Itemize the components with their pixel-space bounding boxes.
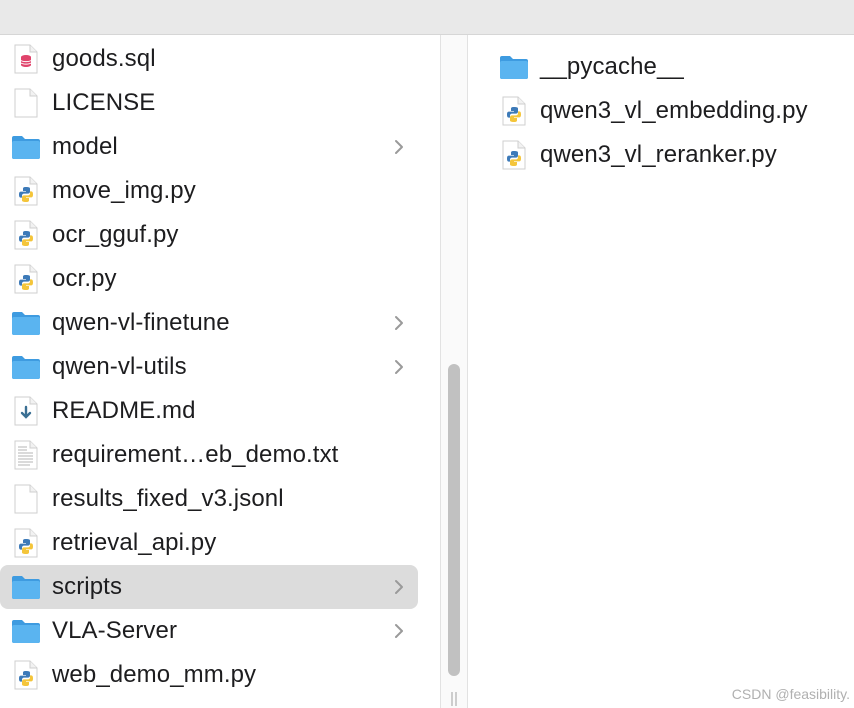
- file-column-parent: goods.sql LICENSE model move_img.py ocr_…: [0, 35, 441, 708]
- window-toolbar: [0, 0, 854, 35]
- folder-row-qwen-vl-utils[interactable]: qwen-vl-utils: [0, 345, 418, 389]
- file-name: retrieval_api.py: [52, 529, 217, 556]
- file-column-scripts: __pycache__ qwen3_vl_embedding.py qwen3_…: [468, 35, 854, 708]
- file-row-qwen3-vl-reranker-py[interactable]: qwen3_vl_reranker.py: [468, 133, 854, 177]
- folder-icon: [10, 131, 42, 163]
- file-name: goods.sql: [52, 45, 156, 72]
- folder-row-pycache[interactable]: __pycache__: [468, 45, 854, 89]
- file-name: ocr.py: [52, 265, 117, 292]
- folder-row-vla-server[interactable]: VLA-Server: [0, 609, 418, 653]
- folder-icon: [10, 351, 42, 383]
- markdown-file-icon: [10, 395, 42, 427]
- file-row-license[interactable]: LICENSE: [0, 81, 418, 125]
- blank-file-icon: [10, 483, 42, 515]
- python-file-icon: [10, 219, 42, 251]
- chevron-right-icon: [395, 580, 403, 594]
- file-row-retrieval-api-py[interactable]: retrieval_api.py: [0, 521, 418, 565]
- folder-icon: [10, 571, 42, 603]
- folder-name: scripts: [52, 573, 123, 600]
- python-file-icon: [10, 659, 42, 691]
- file-row-qwen3-vl-embedding-py[interactable]: qwen3_vl_embedding.py: [468, 89, 854, 133]
- vertical-scrollbar-thumb[interactable]: [448, 364, 460, 676]
- folder-row-model[interactable]: model: [0, 125, 418, 169]
- file-row-ocr-py[interactable]: ocr.py: [0, 257, 418, 301]
- python-file-icon: [10, 263, 42, 295]
- file-row-results-jsonl[interactable]: results_fixed_v3.jsonl: [0, 477, 418, 521]
- python-file-icon: [10, 527, 42, 559]
- folder-icon: [498, 51, 530, 83]
- file-name: move_img.py: [52, 177, 196, 204]
- chevron-right-icon: [395, 624, 403, 638]
- sql-file-icon: [10, 43, 42, 75]
- chevron-right-icon: [395, 140, 403, 154]
- scroll-gutter: [441, 35, 468, 708]
- blank-file-icon: [10, 87, 42, 119]
- file-row-ocr-gguf-py[interactable]: ocr_gguf.py: [0, 213, 418, 257]
- python-file-icon: [10, 175, 42, 207]
- watermark: CSDN @feasibility.: [731, 686, 850, 702]
- folder-icon: [10, 615, 42, 647]
- file-row-requirements-txt[interactable]: requirement…eb_demo.txt: [0, 433, 418, 477]
- folder-name: model: [52, 133, 118, 160]
- chevron-right-icon: [395, 360, 403, 374]
- text-file-icon: [10, 439, 42, 471]
- folder-row-qwen-vl-finetune[interactable]: qwen-vl-finetune: [0, 301, 418, 345]
- file-row-web-demo-mm-py[interactable]: web_demo_mm.py: [0, 653, 418, 697]
- folder-row-scripts[interactable]: scripts: [0, 565, 418, 609]
- folder-name: __pycache__: [540, 53, 684, 80]
- folder-name: qwen-vl-utils: [52, 353, 187, 380]
- file-name: LICENSE: [52, 89, 156, 116]
- file-name: qwen3_vl_embedding.py: [540, 97, 808, 124]
- file-row-move-img-py[interactable]: move_img.py: [0, 169, 418, 213]
- python-file-icon: [498, 139, 530, 171]
- column-resize-handle[interactable]: [450, 692, 458, 706]
- python-file-icon: [498, 95, 530, 127]
- file-row-goods-sql[interactable]: goods.sql: [0, 37, 418, 81]
- file-name: ocr_gguf.py: [52, 221, 179, 248]
- file-name: results_fixed_v3.jsonl: [52, 485, 284, 512]
- folder-icon: [10, 307, 42, 339]
- file-name: requirement…eb_demo.txt: [52, 441, 339, 468]
- file-name: qwen3_vl_reranker.py: [540, 141, 777, 168]
- folder-name: VLA-Server: [52, 617, 178, 644]
- file-name: README.md: [52, 397, 196, 424]
- folder-name: qwen-vl-finetune: [52, 309, 230, 336]
- file-name: web_demo_mm.py: [52, 661, 257, 688]
- chevron-right-icon: [395, 316, 403, 330]
- file-row-readme-md[interactable]: README.md: [0, 389, 418, 433]
